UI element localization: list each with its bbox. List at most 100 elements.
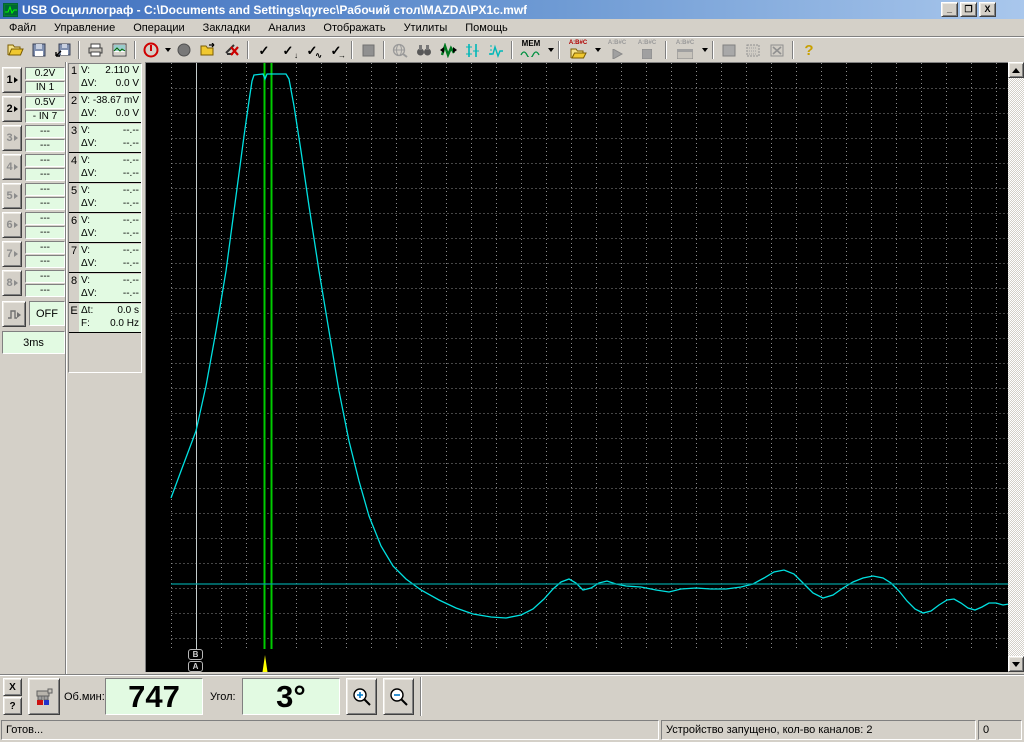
channel-3-scale-field[interactable]: --- — [25, 125, 65, 138]
solid-square-icon — [722, 44, 736, 57]
scroll-up-button[interactable] — [1008, 62, 1024, 78]
measurement-row-1: 1 V:2.110 V ΔV:0.0 V — [69, 64, 141, 93]
scroll-down-button[interactable] — [1008, 656, 1024, 672]
bottom-control-bar: X ? Об.мин: 747 Угол: 3° — [0, 674, 1024, 718]
memory-button[interactable]: MEM — [516, 39, 546, 61]
find-signal-button[interactable] — [412, 39, 436, 61]
timebase-field[interactable]: 3ms — [2, 331, 65, 354]
new-fragment-button[interactable] — [196, 39, 220, 61]
menu-help[interactable]: Помощь — [456, 20, 517, 36]
script-label: A:B#C — [633, 40, 661, 46]
channel-4-input-field[interactable]: --- — [25, 168, 65, 181]
search-globe-button[interactable] — [388, 39, 412, 61]
waveform-options-button[interactable] — [484, 39, 508, 61]
channel-row-8: 8 --- --- — [0, 269, 66, 298]
window-close-all-button[interactable] — [765, 39, 789, 61]
channel-2-button[interactable]: 2 — [2, 96, 22, 122]
channel-6-button[interactable]: 6 — [2, 212, 22, 238]
script-stop-button[interactable]: A:B#C — [632, 39, 662, 61]
channel-row-5: 5 --- --- — [0, 182, 66, 211]
channel-7-button[interactable]: 7 — [2, 241, 22, 267]
channel-7-scale-field[interactable]: --- — [25, 241, 65, 254]
down-arrow-icon — [1012, 662, 1020, 667]
channel-5-input-field[interactable]: --- — [25, 197, 65, 210]
save-fragment-button[interactable] — [51, 39, 75, 61]
channel-5-button[interactable]: 5 — [2, 183, 22, 209]
record-button[interactable] — [172, 39, 196, 61]
help-button[interactable]: ? — [797, 39, 821, 61]
zoom-out-button[interactable] — [383, 678, 414, 715]
script-editor-dropdown[interactable] — [700, 39, 709, 61]
cursor-a-tag[interactable]: A — [188, 661, 203, 672]
stop-display-button[interactable] — [356, 39, 380, 61]
cursor-b-tag[interactable]: B — [188, 649, 203, 660]
channel-1-scale-field[interactable]: 0.2V — [25, 67, 65, 80]
channel-1-input-field[interactable]: IN 1 — [25, 81, 65, 94]
save-button[interactable] — [27, 39, 51, 61]
fit-waveform-button[interactable] — [436, 39, 460, 61]
menu-bookmarks[interactable]: Закладки — [194, 20, 260, 36]
trigger-button[interactable] — [2, 301, 26, 327]
channel-4-button[interactable]: 4 — [2, 154, 22, 180]
trigger-mode-field[interactable]: OFF — [29, 301, 65, 326]
channel-8-input-field[interactable]: --- — [25, 284, 65, 297]
check-right-button[interactable]: ✓→ — [324, 39, 348, 61]
window-pattern-button[interactable] — [741, 39, 765, 61]
channel-7-input-field[interactable]: --- — [25, 255, 65, 268]
channel-2-scale-field[interactable]: 0.5V — [25, 96, 65, 109]
channel-3-button[interactable]: 3 — [2, 125, 22, 151]
channel-1-button[interactable]: 1 — [2, 67, 22, 93]
display-vertical-scrollbar[interactable] — [1008, 62, 1024, 672]
panel-help-button[interactable]: ? — [3, 697, 22, 715]
check-down-button[interactable]: ✓↓ — [276, 39, 300, 61]
channel-number: 1 — [6, 74, 12, 86]
restore-button[interactable]: ❐ — [960, 2, 977, 17]
channel-4-scale-field[interactable]: --- — [25, 154, 65, 167]
channel-number: 2 — [6, 103, 12, 115]
menu-display[interactable]: Отображать — [314, 20, 394, 36]
script-label: A:B#C — [671, 40, 699, 46]
zoom-out-icon — [389, 687, 409, 707]
channel-8-scale-field[interactable]: --- — [25, 270, 65, 283]
menu-control[interactable]: Управление — [45, 20, 124, 36]
menu-bar: Файл Управление Операции Закладки Анализ… — [0, 19, 1024, 37]
check-button[interactable]: ✓ — [252, 39, 276, 61]
window-solid-button[interactable] — [717, 39, 741, 61]
menu-analysis[interactable]: Анализ — [259, 20, 314, 36]
channel-6-input-field[interactable]: --- — [25, 226, 65, 239]
menu-utilities[interactable]: Утилиты — [395, 20, 457, 36]
zoom-in-button[interactable] — [346, 678, 377, 715]
waveform-display[interactable]: B A — [145, 62, 1008, 672]
ignition-tool-button[interactable] — [28, 678, 60, 715]
close-button[interactable]: X — [979, 2, 996, 17]
channel-3-input-field[interactable]: --- — [25, 139, 65, 152]
start-stop-button[interactable] — [139, 39, 163, 61]
start-stop-dropdown[interactable] — [163, 39, 172, 61]
open-file-button[interactable] — [3, 39, 27, 61]
channel-arrow-icon — [14, 135, 18, 141]
delete-fragment-button[interactable] — [220, 39, 244, 61]
channel-8-button[interactable]: 8 — [2, 270, 22, 296]
script-open-dropdown[interactable] — [593, 39, 602, 61]
page-preview-button[interactable] — [107, 39, 131, 61]
measurement-row-7: 7 V:--.-- ΔV:--.-- — [69, 244, 141, 273]
channel-5-scale-field[interactable]: --- — [25, 183, 65, 196]
panel-close-button[interactable]: X — [3, 678, 22, 696]
script-label: A:B#C — [603, 40, 631, 46]
channel-6-scale-field[interactable]: --- — [25, 212, 65, 225]
menu-file[interactable]: Файл — [0, 20, 45, 36]
script-editor-button[interactable]: A:B#C — [670, 39, 700, 61]
script-open-button[interactable]: A:B#C — [563, 39, 593, 61]
menu-operations[interactable]: Операции — [124, 20, 193, 36]
channel-row-7: 7 --- --- — [0, 240, 66, 269]
channel-arrow-icon — [14, 77, 18, 83]
print-button[interactable] — [83, 39, 107, 61]
memory-dropdown[interactable] — [546, 39, 555, 61]
measurement-panel: 1 V:2.110 V ΔV:0.0 V 2 V:-38.67 mV ΔV:0.… — [68, 63, 142, 373]
waveform-canvas[interactable] — [146, 63, 1009, 673]
channel-2-input-field[interactable]: - IN 7 — [25, 110, 65, 123]
cursor-measure-button[interactable] — [460, 39, 484, 61]
script-run-button[interactable]: A:B#C — [602, 39, 632, 61]
minimize-button[interactable]: _ — [941, 2, 958, 17]
check-wave-button[interactable]: ✓∿ — [300, 39, 324, 61]
